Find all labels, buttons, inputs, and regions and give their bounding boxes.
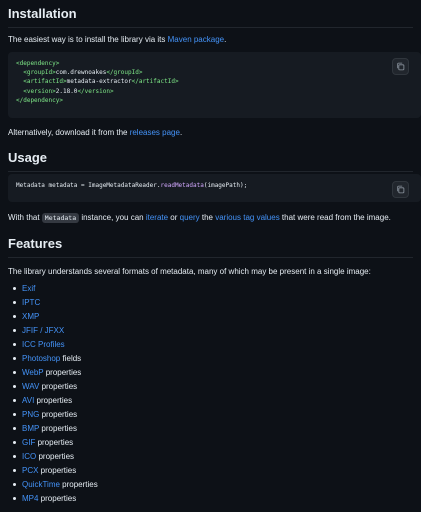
feature-link[interactable]: PNG bbox=[22, 410, 39, 419]
copy-icon bbox=[397, 185, 405, 194]
download-period: . bbox=[179, 128, 183, 137]
usage-heading: Usage bbox=[8, 150, 413, 172]
code-line: <version>2.18.0</version> bbox=[16, 87, 114, 95]
feature-suffix: properties bbox=[39, 382, 78, 391]
feature-item: PCX properties bbox=[13, 466, 98, 480]
download-text: Alternatively, download it from the rele… bbox=[8, 127, 182, 138]
features-list: Exif IPTC XMP JFIF / JFXX ICC Profiles Photos… bbox=[8, 284, 98, 508]
usage-text-or: or bbox=[168, 213, 180, 222]
feature-item: ICC Profiles bbox=[13, 340, 98, 354]
feature-item: GIF properties bbox=[13, 438, 98, 452]
feature-link[interactable]: ICO bbox=[22, 452, 36, 461]
copy-button[interactable] bbox=[392, 181, 409, 198]
feature-item: IPTC bbox=[13, 298, 98, 312]
code-indent: <dependency> bbox=[16, 60, 60, 67]
usage-text-mid: instance, you can bbox=[79, 213, 146, 222]
code-close-tag: </groupId> bbox=[106, 69, 143, 77]
code-line: <groupId>com.drewnoakes</groupId> bbox=[16, 69, 142, 76]
inline-code-metadata: Metadata bbox=[41, 213, 80, 223]
feature-suffix: properties bbox=[38, 494, 77, 503]
usage-text-the: the bbox=[199, 213, 216, 222]
feature-item: PNG properties bbox=[13, 410, 98, 424]
feature-link[interactable]: MP4 bbox=[22, 494, 38, 503]
feature-link[interactable]: JFIF / JFXX bbox=[22, 326, 64, 335]
code-value: metadata-extractor bbox=[66, 78, 132, 86]
code-indent: <version> bbox=[16, 87, 56, 95]
feature-suffix: fields bbox=[60, 354, 82, 363]
code-indent: </dependency> bbox=[16, 96, 63, 104]
usage-text: With that Metadata instance, you can ite… bbox=[8, 212, 391, 224]
feature-suffix: properties bbox=[34, 396, 73, 405]
features-heading: Features bbox=[8, 236, 413, 258]
intro-text: The easiest way is to install the librar… bbox=[8, 35, 168, 44]
query-link[interactable]: query bbox=[180, 213, 200, 222]
tag-values-link[interactable]: various tag values bbox=[215, 213, 279, 222]
feature-link[interactable]: IPTC bbox=[22, 298, 40, 307]
copy-button[interactable] bbox=[392, 58, 409, 75]
code-close-tag: </artifactId> bbox=[131, 78, 179, 86]
code-value: 2.18.0 bbox=[55, 87, 78, 95]
feature-suffix: properties bbox=[35, 438, 74, 447]
code-function: readMetadata bbox=[160, 182, 204, 189]
code-line: </dependency> bbox=[16, 97, 63, 104]
installation-heading: Installation bbox=[8, 6, 413, 28]
feature-link[interactable]: Exif bbox=[22, 284, 35, 293]
copy-icon bbox=[397, 62, 405, 71]
feature-link[interactable]: WebP bbox=[22, 368, 44, 377]
feature-link[interactable]: PCX bbox=[22, 466, 38, 475]
feature-item: Exif bbox=[13, 284, 98, 298]
feature-suffix: properties bbox=[38, 466, 77, 475]
feature-link[interactable]: WAV bbox=[22, 382, 39, 391]
usage-code: Metadata metadata = ImageMetadataReader.… bbox=[8, 174, 421, 197]
feature-link[interactable]: BMP bbox=[22, 424, 39, 433]
feature-item: WAV properties bbox=[13, 382, 98, 396]
feature-suffix: properties bbox=[43, 368, 82, 377]
usage-text-start: With that bbox=[8, 213, 42, 222]
iterate-link[interactable]: iterate bbox=[146, 213, 168, 222]
feature-suffix: properties bbox=[39, 424, 77, 433]
feature-suffix: properties bbox=[39, 410, 78, 419]
maven-package-link[interactable]: Maven package bbox=[168, 35, 224, 44]
feature-item: MP4 properties bbox=[13, 494, 98, 508]
feature-link[interactable]: XMP bbox=[22, 312, 39, 321]
feature-item: BMP properties bbox=[13, 424, 98, 438]
intro-period: . bbox=[224, 35, 227, 44]
feature-item: QuickTime properties bbox=[13, 480, 98, 494]
feature-item: AVI properties bbox=[13, 396, 98, 410]
usage-code-block: Metadata metadata = ImageMetadataReader.… bbox=[8, 174, 421, 202]
installation-intro: The easiest way is to install the librar… bbox=[8, 34, 226, 45]
feature-link[interactable]: GIF bbox=[22, 438, 35, 447]
feature-link[interactable]: ICC Profiles bbox=[22, 340, 65, 349]
code-suffix: (imagePath); bbox=[203, 182, 248, 189]
code-line: <dependency> bbox=[16, 60, 59, 67]
code-value: com.drewnoakes bbox=[55, 69, 107, 77]
download-prefix: Alternatively, download it from the bbox=[8, 128, 130, 137]
maven-code: <dependency> <groupId>com.drewnoakes</gr… bbox=[8, 52, 421, 112]
feature-link[interactable]: AVI bbox=[22, 396, 34, 405]
feature-link[interactable]: Photoshop bbox=[22, 354, 60, 363]
feature-item: JFIF / JFXX bbox=[13, 326, 98, 340]
usage-text-end: that were read from the image. bbox=[279, 213, 391, 222]
features-intro: The library understands several formats … bbox=[8, 267, 371, 276]
code-indent: <groupId> bbox=[16, 69, 56, 77]
releases-page-link[interactable]: releases page bbox=[130, 128, 180, 137]
feature-suffix: properties bbox=[59, 480, 98, 489]
code-indent: <artifactId> bbox=[16, 78, 67, 86]
feature-item: XMP bbox=[13, 312, 98, 326]
feature-item: ICO properties bbox=[13, 452, 98, 466]
code-close-tag: </version> bbox=[77, 87, 114, 95]
code-prefix: Metadata metadata = ImageMetadataReader. bbox=[16, 182, 161, 189]
feature-item: WebP properties bbox=[13, 368, 98, 382]
feature-item: Photoshop fields bbox=[13, 354, 98, 368]
maven-code-block: <dependency> <groupId>com.drewnoakes</gr… bbox=[8, 52, 421, 118]
code-line: <artifactId>metadata-extractor</artifact… bbox=[16, 78, 179, 86]
feature-suffix: properties bbox=[36, 452, 75, 461]
feature-link[interactable]: QuickTime bbox=[22, 480, 60, 489]
